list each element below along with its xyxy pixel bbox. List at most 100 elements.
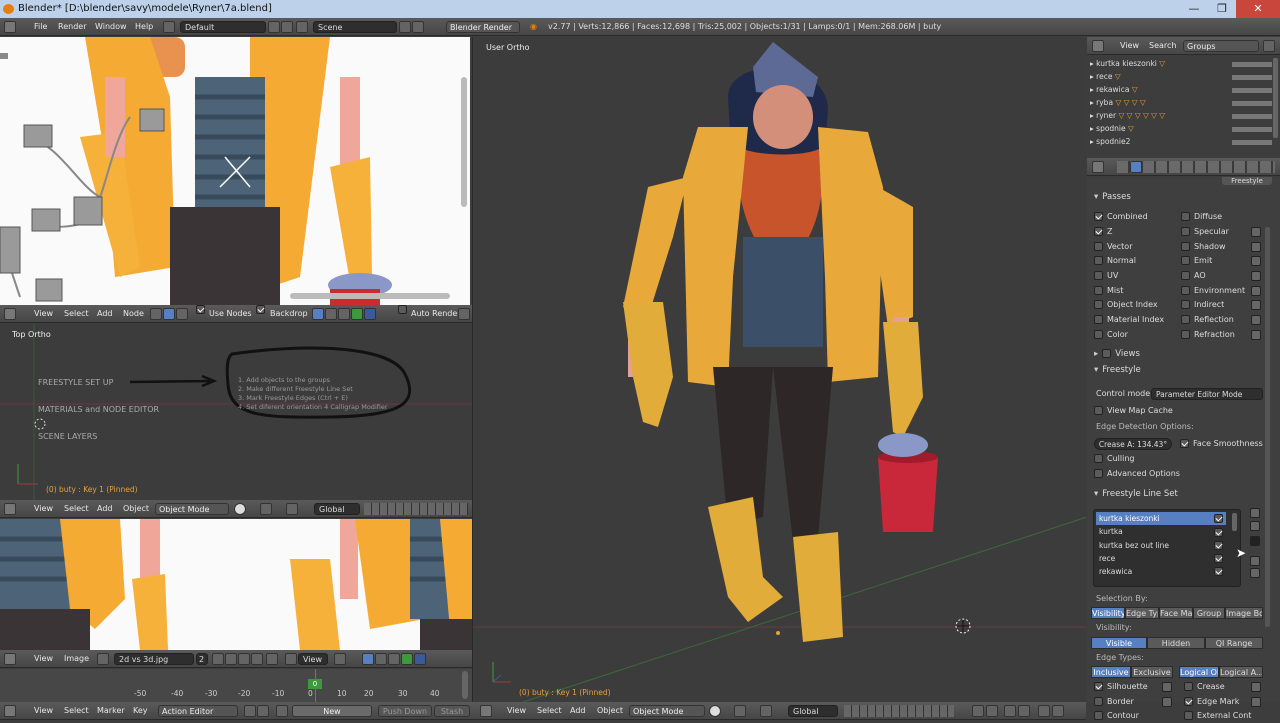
current-frame-badge[interactable]: 0 — [308, 679, 322, 689]
edge-mark[interactable]: Edge Mark — [1184, 695, 1239, 709]
timeline-area[interactable]: -50 -40 -30 -20 -10 0 10 20 30 40 0 — [0, 669, 472, 702]
pass-emit[interactable]: Emit — [1181, 254, 1212, 268]
face-smoothness-checkbox[interactable] — [1180, 439, 1189, 448]
pass-refraction[interactable]: Refraction — [1181, 328, 1235, 342]
pass-ao[interactable]: AO — [1181, 269, 1206, 283]
pass-checkbox[interactable] — [1181, 315, 1190, 324]
culling-checkbox[interactable] — [1094, 454, 1103, 463]
timeline-scrollbar[interactable] — [462, 671, 468, 699]
backdrop-alpha-icon[interactable] — [325, 308, 337, 320]
edge-external-contour[interactable]: External Cont — [1184, 709, 1251, 723]
tab-edge-types[interactable]: Edge Typ — [1125, 607, 1159, 619]
edge-logical-or[interactable]: Logical OR — [1179, 666, 1219, 678]
exclude-pass-icon[interactable] — [1251, 256, 1261, 266]
pass-checkbox[interactable] — [1181, 256, 1190, 265]
lock-layer-icon[interactable] — [972, 705, 984, 717]
snap-icon[interactable] — [1004, 705, 1016, 717]
editor-type-icon[interactable] — [1092, 40, 1104, 52]
edge-crease[interactable]: Crease — [1184, 680, 1225, 694]
texture-nodes-icon[interactable] — [176, 308, 188, 320]
menu-node[interactable]: Node — [123, 305, 144, 322]
visibility-qi-range[interactable]: QI Range — [1205, 637, 1263, 649]
orientation-dropdown[interactable]: Global — [788, 705, 838, 717]
freestyle-section-header[interactable]: Freestyle — [1094, 363, 1264, 377]
image-pin-icon[interactable] — [212, 653, 224, 665]
pass-checkbox[interactable] — [1094, 242, 1103, 251]
pass-environment[interactable]: Environment — [1181, 284, 1245, 298]
menu-select[interactable]: Select — [64, 305, 89, 322]
pass-checkbox[interactable] — [1094, 271, 1103, 280]
edge-contour[interactable]: Contour — [1094, 709, 1139, 723]
advanced-options[interactable]: Advanced Options — [1094, 467, 1180, 481]
pass-normal[interactable]: Normal — [1094, 254, 1136, 268]
layout-remove-icon[interactable] — [281, 21, 293, 33]
edge-checkbox[interactable] — [1184, 711, 1193, 720]
pass-checkbox[interactable] — [1181, 212, 1190, 221]
exclude-pass-icon[interactable] — [1251, 286, 1261, 296]
opengl-render-icon[interactable] — [1038, 705, 1050, 717]
menu-search[interactable]: Search — [1149, 37, 1176, 54]
pass-object-index[interactable]: Object Index — [1094, 298, 1158, 312]
viewport-shading-icon[interactable] — [709, 705, 721, 717]
pass-checkbox[interactable] — [1094, 330, 1103, 339]
scene-add-icon[interactable] — [399, 21, 411, 33]
push-down-button[interactable]: Push Down — [378, 705, 432, 717]
lineset-item[interactable]: rekawica — [1096, 565, 1226, 578]
pass-mist[interactable]: Mist — [1094, 284, 1123, 298]
exclude-edge-icon[interactable] — [1251, 682, 1261, 692]
view-map-cache-checkbox[interactable] — [1094, 406, 1103, 415]
pass-z[interactable]: Z — [1094, 225, 1112, 239]
pass-checkbox[interactable] — [1181, 330, 1190, 339]
edge-exclusive[interactable]: Exclusive — [1131, 666, 1173, 678]
menu-add[interactable]: Add — [570, 702, 586, 719]
maximize-button[interactable]: ❐ — [1208, 0, 1236, 18]
close-button[interactable]: ✕ — [1236, 0, 1280, 18]
advanced-options-checkbox[interactable] — [1094, 469, 1103, 478]
shader-nodes-icon[interactable] — [150, 308, 162, 320]
menu-add[interactable]: Add — [97, 305, 113, 322]
view-dropdown[interactable]: View — [298, 653, 328, 665]
pass-checkbox[interactable] — [1094, 300, 1103, 309]
lineset-checkbox[interactable] — [1214, 567, 1223, 576]
pass-reflection[interactable]: Reflection — [1181, 313, 1234, 327]
mode-dropdown[interactable]: Object Mode — [155, 503, 229, 515]
manipulator-icon[interactable] — [760, 705, 772, 717]
menu-select[interactable]: Select — [537, 702, 562, 719]
layer-buttons[interactable] — [844, 705, 954, 717]
pass-checkbox[interactable] — [1181, 286, 1190, 295]
menu-view[interactable]: View — [34, 500, 53, 517]
edge-checkbox[interactable] — [1094, 697, 1103, 706]
render-engine-dropdown[interactable]: Blender Render — [446, 21, 520, 33]
pass-checkbox[interactable] — [1094, 227, 1103, 236]
layout-add-icon[interactable] — [268, 21, 280, 33]
menu-render[interactable]: Render — [58, 18, 86, 35]
menu-file[interactable]: File — [34, 18, 47, 35]
menu-view[interactable]: View — [34, 305, 53, 322]
menu-window[interactable]: Window — [95, 18, 127, 35]
tab-image-border[interactable]: Image Bor — [1225, 607, 1263, 619]
edge-inclusive[interactable]: Inclusive — [1091, 666, 1131, 678]
exclude-edge-icon[interactable] — [1162, 697, 1172, 707]
pass-color[interactable]: Color — [1094, 328, 1128, 342]
scene-icon[interactable] — [296, 21, 308, 33]
search-icon[interactable] — [1263, 40, 1275, 52]
menu-view[interactable]: View — [34, 702, 53, 719]
edge-logical-and[interactable]: Logical A... — [1219, 666, 1263, 678]
orientation-dropdown[interactable]: Global — [314, 503, 360, 515]
visibility-visible[interactable]: Visible — [1091, 637, 1147, 649]
edge-checkbox[interactable] — [1094, 711, 1103, 720]
lineset-checkbox[interactable] — [1214, 541, 1223, 550]
lineset-checkbox[interactable] — [1214, 514, 1223, 523]
tab-face-marks[interactable]: Face Mar — [1159, 607, 1193, 619]
pass-specular[interactable]: Specular — [1181, 225, 1229, 239]
compositor-nodes-icon[interactable] — [163, 308, 175, 320]
pass-vector[interactable]: Vector — [1094, 240, 1133, 254]
edge-checkbox[interactable] — [1184, 682, 1193, 691]
outliner-scrollbar[interactable] — [1273, 58, 1278, 138]
display-alpha-icon[interactable] — [375, 653, 387, 665]
pass-diffuse[interactable]: Diffuse — [1181, 210, 1222, 224]
lineset-section-header[interactable]: Freestyle Line Set — [1094, 487, 1264, 501]
pass-checkbox[interactable] — [1094, 286, 1103, 295]
tab-group[interactable]: Group — [1193, 607, 1225, 619]
lineset-scrollbar[interactable] — [1232, 513, 1237, 531]
